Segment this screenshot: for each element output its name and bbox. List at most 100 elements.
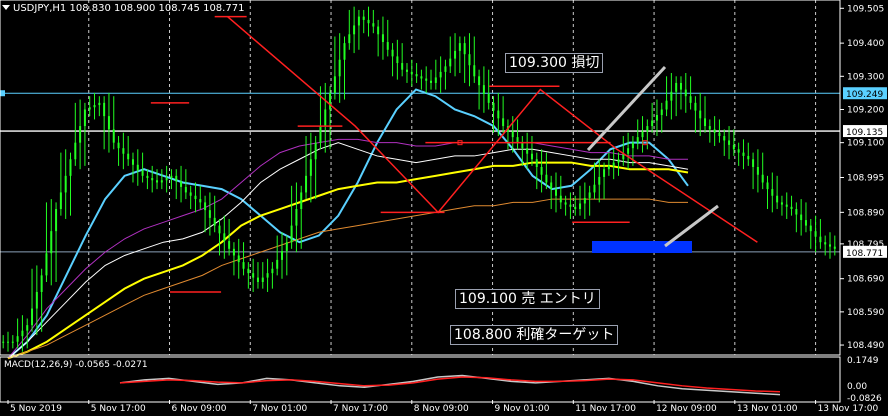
candle-body	[564, 202, 567, 205]
candle-body	[69, 159, 72, 176]
target-label[interactable]: 108.800 利確ターゲット	[450, 325, 619, 345]
candle-body	[776, 195, 779, 203]
chart-header: USDJPY,H1 108.830 108.900 108.745 108.77…	[2, 3, 244, 14]
candle-body	[502, 118, 505, 127]
candle-body	[247, 268, 250, 274]
x-tick-label: 5 Nov 2019	[10, 404, 62, 414]
candle-body	[329, 92, 332, 110]
candle-body	[242, 262, 245, 269]
candle-body	[780, 202, 783, 205]
candle-body	[319, 126, 322, 143]
candle-body	[761, 174, 764, 183]
candle-body	[357, 16, 360, 26]
candle-body	[742, 152, 745, 156]
candle-body	[93, 105, 96, 108]
candle-body	[511, 131, 514, 138]
candle-body	[684, 89, 687, 97]
candle-body	[463, 43, 466, 55]
candle-body	[699, 110, 702, 119]
macd-label: MACD(12,26,9) -0.0565 -0.0271	[4, 360, 148, 370]
candle-body	[55, 209, 58, 232]
candle-body	[612, 162, 615, 166]
candle-body	[795, 209, 798, 215]
candle-body	[660, 109, 663, 116]
candle-body	[651, 120, 654, 127]
candle-body	[170, 175, 173, 179]
candle-body	[343, 43, 346, 60]
candle-body	[482, 85, 485, 95]
candle-body	[747, 155, 750, 160]
trend-arrow	[664, 204, 719, 248]
candle-body	[204, 202, 207, 211]
candle-body	[136, 164, 139, 171]
x-tick-label: 13 Nov 01:00	[737, 404, 798, 414]
y-tick-label: 108.490	[847, 341, 884, 351]
y-tick-label: 109.400	[847, 39, 884, 49]
candle-body	[641, 131, 644, 138]
candle-body	[670, 91, 673, 101]
candle-body	[704, 118, 707, 127]
candle-body	[492, 102, 495, 111]
candle-body	[141, 170, 144, 176]
entry-label[interactable]: 109.100 売 エントリ	[455, 289, 600, 309]
candle-body	[728, 140, 731, 145]
x-tick-label: 5 Nov 17:00	[91, 404, 146, 414]
candle-body	[377, 26, 380, 35]
candle-body	[521, 142, 524, 149]
y-tick-label: 108.890	[847, 208, 884, 218]
candle-body	[98, 102, 101, 106]
candle-body	[112, 129, 115, 143]
candle-body	[814, 231, 817, 237]
candle-body	[21, 330, 24, 337]
candle-body	[790, 206, 793, 210]
candle-body	[430, 80, 433, 83]
candle-body	[117, 142, 120, 149]
candle-body	[324, 109, 327, 127]
candle-body	[74, 142, 77, 160]
candle-body	[458, 43, 461, 51]
candle-body	[723, 136, 726, 141]
candle-body	[809, 225, 812, 232]
candle-body	[713, 129, 716, 133]
candle-body	[103, 102, 106, 117]
price-chart[interactable]: 5 Nov 2019 5 Nov 17:00 6 Nov 09:00 7 Nov 01…	[0, 0, 888, 416]
symbol-timeframe: USDJPY,H1	[13, 3, 67, 14]
y-tick-label: 109.300	[847, 72, 884, 82]
candle-body	[79, 126, 82, 143]
candle-body	[160, 180, 163, 183]
candle-body	[824, 242, 827, 245]
candle-body	[7, 341, 9, 343]
candle-body	[718, 132, 721, 137]
candle-body	[545, 174, 548, 183]
candle-body	[266, 273, 269, 278]
candle-body	[569, 204, 572, 207]
level-marker	[0, 90, 5, 97]
macd-tick-label: 0.00	[847, 382, 867, 392]
stop-loss-label[interactable]: 109.300 損切	[505, 53, 604, 73]
candle-body	[305, 175, 308, 193]
candle-body	[607, 165, 610, 170]
candle-body	[228, 241, 231, 249]
candle-body	[218, 225, 221, 234]
candle-body	[694, 102, 697, 111]
candle-body	[59, 192, 62, 210]
candle-body	[526, 148, 529, 154]
candle-body	[593, 184, 596, 193]
dropdown-triangle-icon[interactable]	[2, 5, 10, 10]
candle-body	[50, 231, 53, 254]
candle-body	[127, 153, 130, 160]
candle-body	[665, 100, 668, 110]
candle-body	[800, 214, 803, 221]
candle-body	[285, 242, 288, 252]
candle-body	[107, 116, 110, 130]
candle-body	[425, 78, 428, 81]
candle-body	[314, 142, 317, 160]
x-tick-label: 13 Nov 17:00	[818, 404, 879, 414]
candle-body	[732, 144, 735, 150]
candle-body	[386, 42, 389, 50]
candle-body	[535, 159, 538, 167]
candle-body	[530, 153, 533, 160]
ma-line	[7, 88, 689, 360]
candle-body	[199, 199, 202, 203]
y-tick-label: 108.995	[847, 174, 884, 184]
